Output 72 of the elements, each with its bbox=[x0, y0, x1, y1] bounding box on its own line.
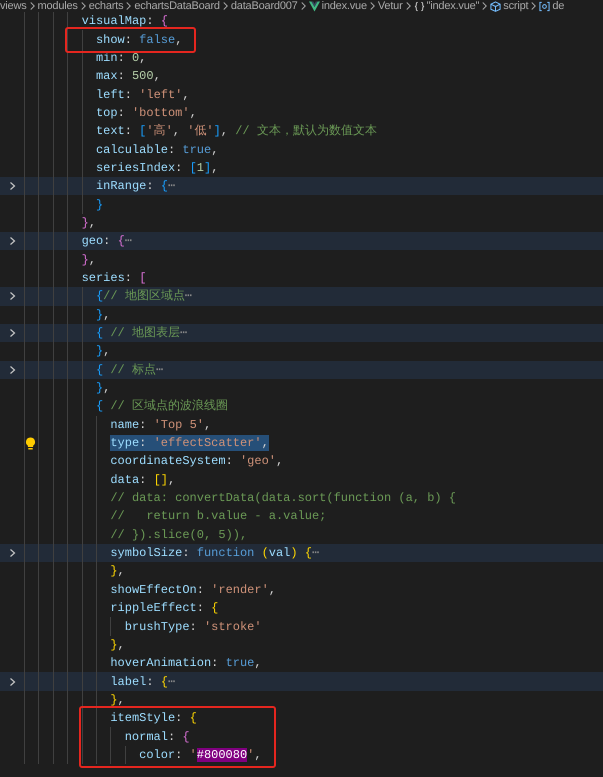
breadcrumb-item[interactable]: echarts bbox=[88, 0, 124, 12]
breadcrumb-item[interactable]: echartsDataBoard bbox=[134, 0, 220, 12]
code-text: }, bbox=[110, 692, 125, 708]
code-text: normal: { bbox=[124, 728, 190, 745]
fold-chevron-icon[interactable] bbox=[8, 291, 16, 302]
code-text: brushType: 'stroke' bbox=[124, 618, 262, 635]
fold-chevron-icon[interactable] bbox=[8, 676, 16, 687]
chevron-icon bbox=[222, 1, 229, 11]
code-text: showEffectOn: 'render', bbox=[110, 582, 276, 598]
chevron-icon bbox=[368, 1, 376, 11]
code-text: type: 'effectScatter', bbox=[110, 435, 269, 452]
cube-icon bbox=[490, 0, 502, 12]
code-text: top: 'bottom', bbox=[96, 104, 197, 121]
code-text: { // 区域点的波浪线圈 bbox=[96, 398, 228, 414]
code-text: // }).slice(0, 5)), bbox=[110, 526, 248, 543]
breadcrumb-item[interactable]: script bbox=[503, 0, 528, 12]
chevron-icon bbox=[530, 1, 538, 11]
breadcrumb-item[interactable]: index.vue bbox=[322, 0, 367, 12]
code-text: max: 500, bbox=[96, 68, 161, 84]
variable-icon bbox=[539, 0, 550, 12]
lightbulb-icon[interactable] bbox=[25, 436, 36, 450]
code-text: // return b.value - a.value; bbox=[110, 508, 326, 524]
breadcrumb-item[interactable]: views bbox=[0, 0, 27, 12]
code-text: rippleEffect: { bbox=[110, 600, 218, 616]
chevron-icon bbox=[300, 1, 307, 11]
code-text: }, bbox=[82, 214, 96, 231]
code-text: coordinateSystem: 'geo', bbox=[110, 453, 284, 470]
code-text: itemStyle: { bbox=[110, 710, 197, 726]
chevron-icon bbox=[28, 1, 36, 11]
breadcrumb-item[interactable]: Vetur bbox=[378, 0, 403, 12]
fold-chevron-icon[interactable] bbox=[8, 364, 16, 375]
code-text: series: [ bbox=[82, 270, 146, 286]
fold-chevron-icon[interactable] bbox=[8, 181, 16, 192]
code-text: color: '#800080', bbox=[139, 746, 262, 763]
code-text: name: 'Top 5', bbox=[110, 416, 212, 433]
code-text: hoverAnimation: true, bbox=[110, 655, 262, 672]
breadcrumb-item[interactable]: dataBoard007 bbox=[230, 0, 298, 12]
code-text: visualMap: { bbox=[82, 13, 168, 30]
code-text: calculable: true, bbox=[96, 142, 218, 158]
code-text: }, bbox=[96, 306, 110, 323]
braces-icon bbox=[414, 0, 425, 12]
code-text: // data: convertData(data.sort(function (a, b) { bbox=[110, 490, 456, 506]
fold-chevron-icon[interactable] bbox=[8, 548, 16, 558]
code-text: geo: {⋯ bbox=[82, 233, 132, 250]
code-text: }, bbox=[96, 380, 110, 396]
breadcrumb-item[interactable]: de bbox=[552, 0, 564, 12]
code-text: }, bbox=[110, 636, 125, 653]
vue-icon bbox=[308, 0, 320, 12]
code-text: min: 0, bbox=[96, 50, 146, 66]
code-text: }, bbox=[110, 563, 125, 580]
code-text: }, bbox=[96, 343, 110, 360]
code-text: left: 'left', bbox=[96, 86, 190, 103]
code-text: inRange: {⋯ bbox=[96, 178, 176, 194]
code-text: symbolSize: function (val) {⋯ bbox=[110, 545, 320, 562]
code-text: } bbox=[96, 196, 104, 213]
chevron-icon bbox=[80, 1, 87, 11]
chevron-icon bbox=[125, 1, 132, 11]
code-text: { // 标点⋯ bbox=[96, 362, 164, 378]
code-text: text: ['高', '低'], // 文本，默认为数值文本 bbox=[96, 123, 377, 140]
code-text: label: {⋯ bbox=[110, 674, 176, 690]
chevron-icon bbox=[481, 1, 488, 11]
chevron-icon bbox=[404, 1, 412, 11]
breadcrumb-item[interactable]: modules bbox=[38, 0, 78, 12]
code-text: {// 地图区域点⋯ bbox=[96, 288, 192, 304]
fold-chevron-icon[interactable] bbox=[8, 328, 16, 338]
fold-chevron-icon[interactable] bbox=[8, 236, 16, 246]
breadcrumb-item[interactable]: "index.vue" bbox=[426, 0, 480, 12]
code-text: }, bbox=[82, 252, 96, 268]
code-text: show: false, bbox=[96, 32, 182, 48]
code-text: seriesIndex: [1], bbox=[96, 160, 218, 176]
code-text: data: [], bbox=[110, 472, 176, 488]
code-text: { // 地图表层⋯ bbox=[96, 325, 188, 342]
